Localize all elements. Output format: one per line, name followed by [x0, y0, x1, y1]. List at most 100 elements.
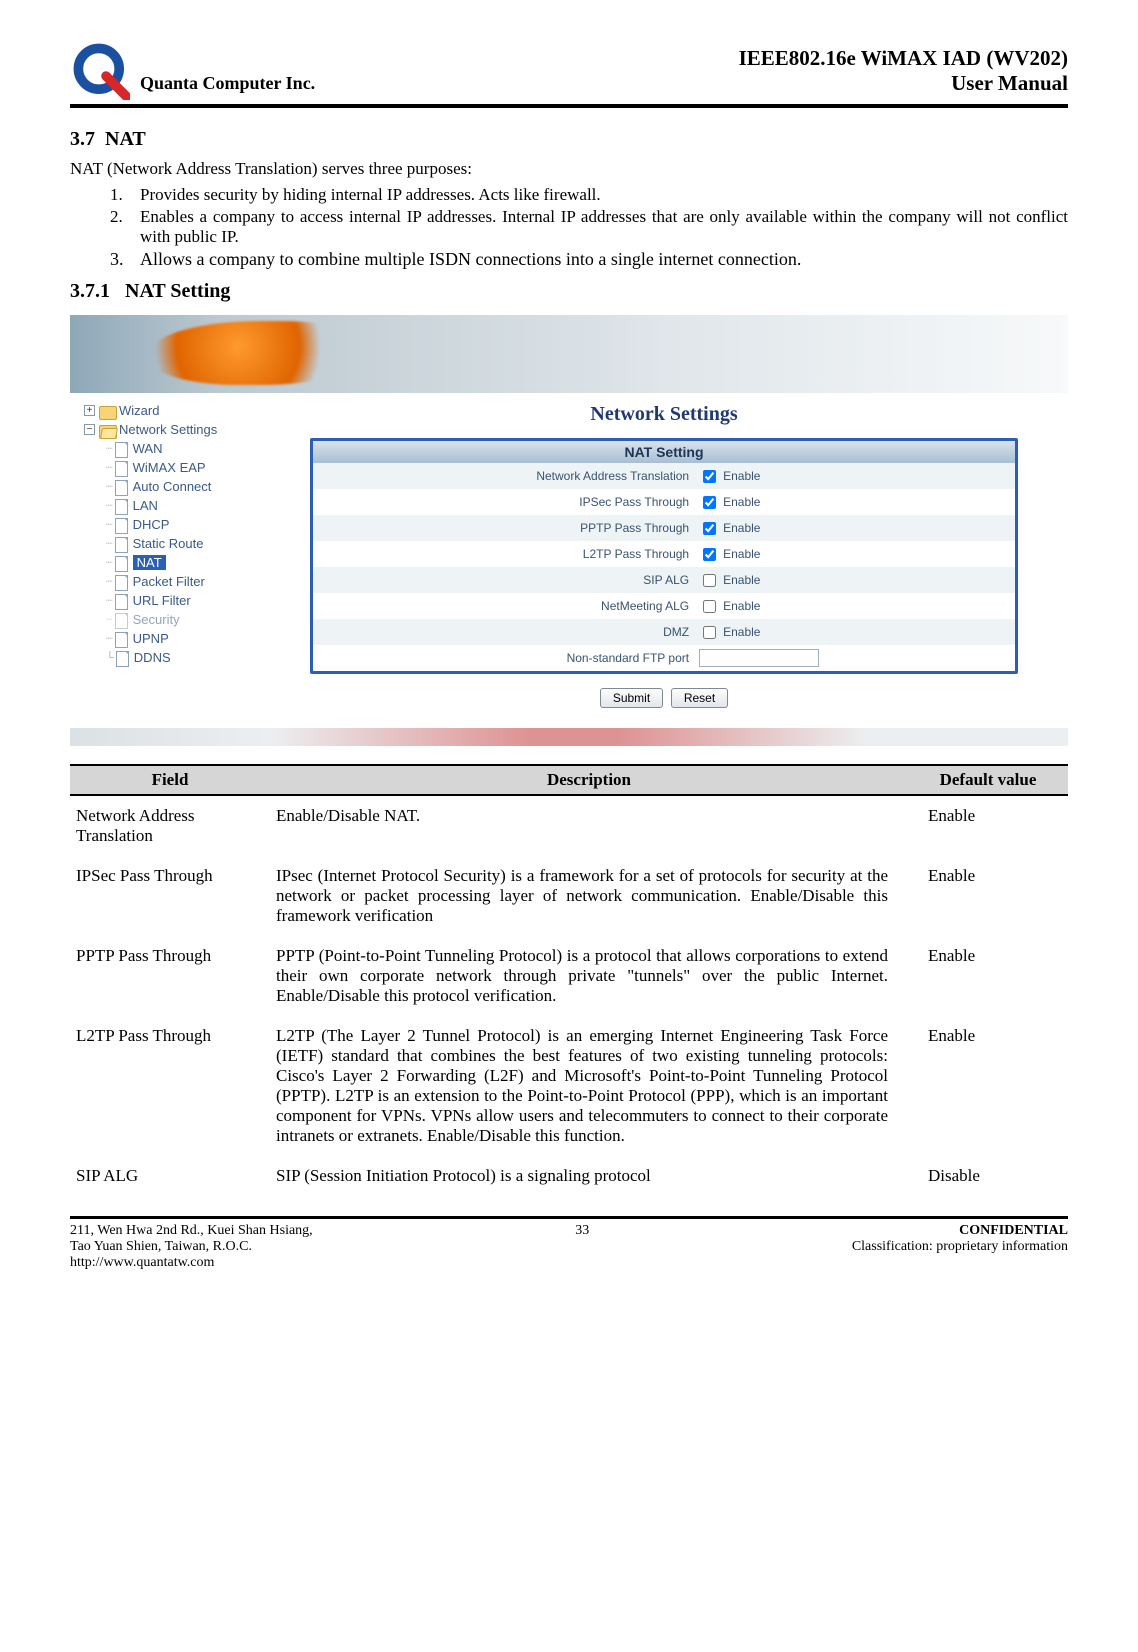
cell-field: Network AddressTranslation — [70, 795, 270, 856]
subsection-number: 3.7.1 — [70, 280, 110, 302]
tree-leaf-dhcp[interactable]: ┈DHCP — [78, 515, 296, 534]
enable-checkbox[interactable] — [703, 470, 716, 483]
tree-leaf-nat[interactable]: ┈NAT — [78, 553, 296, 572]
file-icon — [113, 594, 129, 608]
file-icon — [113, 575, 129, 589]
file-icon — [113, 556, 129, 570]
enable-text: Enable — [723, 599, 760, 613]
collapse-icon[interactable]: − — [84, 424, 95, 435]
nat-row-label: L2TP Pass Through — [313, 547, 699, 561]
doc-subtitle: User Manual — [739, 71, 1068, 96]
file-icon — [113, 461, 129, 475]
table-row: PPTP Pass ThroughPPTP (Point-to-Point Tu… — [70, 936, 1068, 1016]
decorative-bar — [70, 728, 1068, 746]
settings-screenshot: + Wizard − Network Settings ┈WAN ┈WiMAX … — [70, 315, 1068, 746]
file-icon — [113, 632, 129, 646]
cell-description: Enable/Disable NAT. — [270, 795, 908, 856]
footer-address-1: 211, Wen Hwa 2nd Rd., Kuei Shan Hsiang, — [70, 1223, 313, 1239]
enable-checkbox[interactable] — [703, 574, 716, 587]
reset-button[interactable]: Reset — [671, 688, 728, 708]
tree-leaf-wimax-eap[interactable]: ┈WiMAX EAP — [78, 458, 296, 477]
tree-leaf-auto-connect[interactable]: ┈Auto Connect — [78, 477, 296, 496]
submit-button[interactable]: Submit — [600, 688, 663, 708]
footer-confidential: CONFIDENTIAL — [852, 1223, 1068, 1239]
cell-description: L2TP (The Layer 2 Tunnel Protocol) is an… — [270, 1016, 908, 1156]
company-name: Quanta Computer Inc. — [140, 73, 315, 100]
cell-description: PPTP (Point-to-Point Tunneling Protocol)… — [270, 936, 908, 1016]
enable-checkbox[interactable] — [703, 522, 716, 535]
tree-leaf-packet-filter[interactable]: ┈Packet Filter — [78, 572, 296, 591]
section-intro: NAT (Network Address Translation) serves… — [70, 159, 1068, 179]
table-row: Network AddressTranslationEnable/Disable… — [70, 795, 1068, 856]
footer-address-2: Tao Yuan Shien, Taiwan, R.O.C. — [70, 1239, 313, 1255]
tree-leaf-wan[interactable]: ┈WAN — [78, 439, 296, 458]
enable-text: Enable — [723, 469, 760, 483]
list-item: Enables a company to access internal IP … — [140, 207, 1068, 247]
tree-leaf-url-filter[interactable]: ┈URL Filter — [78, 591, 296, 610]
cell-field: SIP ALG — [70, 1156, 270, 1196]
file-icon — [113, 537, 129, 551]
col-description: Description — [270, 765, 908, 795]
numbered-list: 1.Provides security by hiding internal I… — [110, 185, 1068, 270]
nat-row-label: SIP ALG — [313, 573, 699, 587]
cell-field: PPTP Pass Through — [70, 936, 270, 1016]
list-item: Allows a company to combine multiple ISD… — [140, 249, 1068, 270]
section-heading: 3.7 NAT — [70, 128, 1068, 151]
tree-node-wizard[interactable]: + Wizard — [78, 401, 296, 420]
tree-label: Network Settings — [119, 422, 217, 437]
cell-field: IPSec Pass Through — [70, 856, 270, 936]
section-title: NAT — [105, 128, 146, 150]
file-icon — [113, 480, 129, 494]
nat-row: NetMeeting ALGEnable — [313, 593, 1015, 619]
page-number: 33 — [313, 1223, 852, 1271]
footer-url: http://www.quantatw.com — [70, 1255, 313, 1271]
tree-leaf-lan[interactable]: ┈LAN — [78, 496, 296, 515]
nat-row: IPSec Pass Through Enable — [313, 489, 1015, 515]
expand-icon[interactable]: + — [84, 405, 95, 416]
table-row: L2TP Pass ThroughL2TP (The Layer 2 Tunne… — [70, 1016, 1068, 1156]
cell-field: L2TP Pass Through — [70, 1016, 270, 1156]
nat-row: SIP ALG Enable — [313, 567, 1015, 593]
cell-default: Enable — [908, 856, 1068, 936]
folder-icon — [99, 404, 115, 418]
list-item: Provides security by hiding internal IP … — [140, 185, 1068, 205]
cell-default: Enable — [908, 936, 1068, 1016]
tree-leaf-static-route[interactable]: ┈Static Route — [78, 534, 296, 553]
settings-pane: Network Settings NAT Setting Network Add… — [300, 393, 1068, 722]
nat-row-label: IPSec Pass Through — [313, 495, 699, 509]
enable-checkbox[interactable] — [703, 496, 716, 509]
page-footer: 211, Wen Hwa 2nd Rd., Kuei Shan Hsiang, … — [70, 1216, 1068, 1271]
section-number: 3.7 — [70, 128, 95, 150]
cell-default: Disable — [908, 1156, 1068, 1196]
enable-checkbox[interactable] — [703, 600, 716, 613]
nat-row-label: Network Address Translation — [313, 469, 699, 483]
ftp-port-label: Non-standard FTP port — [313, 651, 699, 665]
field-description-table: Field Description Default value Network … — [70, 764, 1068, 1196]
nat-row-label: PPTP Pass Through — [313, 521, 699, 535]
nat-row: PPTP Pass ThroughEnable — [313, 515, 1015, 541]
tree-leaf-ddns[interactable]: └DDNS — [78, 648, 296, 667]
tree-leaf-upnp[interactable]: ┈UPNP — [78, 629, 296, 648]
nat-row: Network Address Translation Enable — [313, 463, 1015, 489]
subsection-heading: 3.7.1 NAT Setting — [70, 280, 1068, 303]
enable-text: Enable — [723, 495, 760, 509]
enable-text: Enable — [723, 573, 760, 587]
footer-classification: Classification: proprietary information — [852, 1239, 1068, 1255]
tree-node-network-settings[interactable]: − Network Settings — [78, 420, 296, 439]
nat-box-title: NAT Setting — [313, 441, 1015, 463]
col-default: Default value — [908, 765, 1068, 795]
file-icon — [114, 651, 130, 665]
cell-description: SIP (Session Initiation Protocol) is a s… — [270, 1156, 908, 1196]
nav-tree: + Wizard − Network Settings ┈WAN ┈WiMAX … — [70, 393, 300, 722]
cell-default: Enable — [908, 795, 1068, 856]
file-icon — [113, 442, 129, 456]
tree-label: Wizard — [119, 403, 159, 418]
ftp-port-input[interactable] — [699, 649, 819, 667]
enable-checkbox[interactable] — [703, 548, 716, 561]
tree-leaf-security[interactable]: ┈Security — [78, 610, 296, 629]
cell-default: Enable — [908, 1016, 1068, 1156]
subsection-title: NAT Setting — [125, 280, 230, 302]
enable-text: Enable — [723, 547, 760, 561]
doc-title: IEEE802.16e WiMAX IAD (WV202) — [739, 46, 1068, 71]
enable-checkbox[interactable] — [703, 626, 716, 639]
